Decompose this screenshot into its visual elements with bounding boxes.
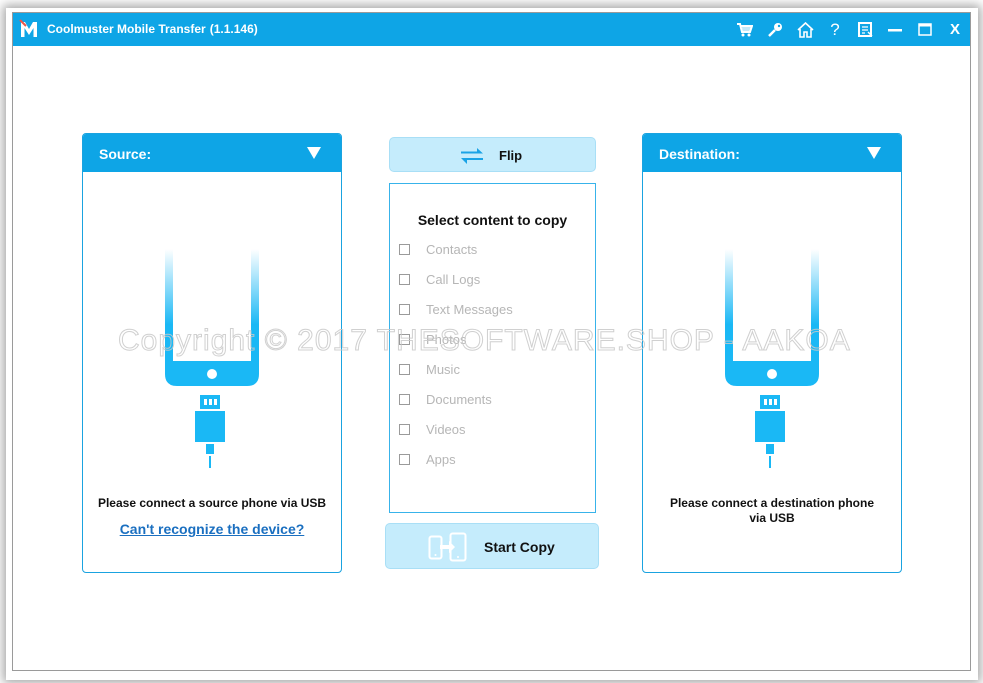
- content-item-label: Videos: [426, 421, 466, 437]
- checkbox[interactable]: [399, 273, 410, 285]
- window-title: Coolmuster Mobile Transfer (1.1.146): [47, 22, 258, 36]
- content-item-documents[interactable]: Documents: [399, 389, 492, 409]
- content-item-music[interactable]: Music: [399, 359, 460, 379]
- content-selection-box: Select content to copy Contacts Call Log…: [389, 183, 596, 513]
- checkbox[interactable]: [399, 453, 410, 465]
- checkbox[interactable]: [399, 303, 410, 315]
- help-button[interactable]: ?: [820, 13, 850, 46]
- help-icon: ?: [830, 19, 840, 39]
- chevron-down-icon: [867, 147, 881, 159]
- content-item-label: Photos: [426, 331, 467, 347]
- cant-recognize-link[interactable]: Can't recognize the device?: [83, 521, 341, 537]
- content-item-label: Contacts: [426, 241, 478, 257]
- source-label: Source:: [99, 146, 152, 162]
- content-item-label: Call Logs: [426, 271, 481, 287]
- cart-button[interactable]: [730, 13, 760, 46]
- checkbox[interactable]: [399, 333, 410, 345]
- destination-dropdown[interactable]: Destination:: [643, 134, 901, 172]
- flip-label: Flip: [499, 148, 523, 163]
- swap-arrows-icon: [461, 148, 483, 164]
- checkbox[interactable]: [399, 363, 410, 375]
- app-version: (1.1.146): [209, 22, 258, 36]
- content-item-apps[interactable]: Apps: [399, 449, 456, 469]
- app-name: Coolmuster Mobile Transfer: [47, 22, 206, 36]
- register-button[interactable]: [760, 13, 790, 46]
- home-button[interactable]: [790, 13, 820, 46]
- destination-connect-message: Please connect a destination phone via U…: [669, 496, 875, 525]
- feedback-icon: [857, 22, 873, 37]
- maximize-icon: [918, 23, 932, 36]
- content-item-text-messages[interactable]: Text Messages: [399, 299, 513, 319]
- content-heading: Select content to copy: [417, 212, 568, 228]
- flip-button[interactable]: Flip: [389, 137, 596, 172]
- cart-icon: [737, 22, 753, 36]
- content-item-videos[interactable]: Videos: [399, 419, 466, 439]
- checkbox[interactable]: [399, 423, 410, 435]
- destination-label: Destination:: [659, 146, 740, 162]
- checkbox[interactable]: [399, 393, 410, 405]
- content-item-label: Music: [426, 361, 460, 377]
- content-item-label: Documents: [426, 391, 492, 407]
- checkbox[interactable]: [399, 243, 410, 255]
- content-item-contacts[interactable]: Contacts: [399, 239, 477, 259]
- content-item-call-logs[interactable]: Call Logs: [399, 269, 480, 289]
- phone-usb-icon: [725, 249, 819, 468]
- start-copy-button[interactable]: Start Copy: [385, 523, 599, 569]
- destination-panel: Destination: Please connect a destinatio…: [642, 133, 902, 573]
- content-item-label: Text Messages: [426, 301, 513, 317]
- chevron-down-icon: [307, 147, 321, 159]
- source-connect-message: Please connect a source phone via USB: [97, 496, 327, 510]
- title-bar: Coolmuster Mobile Transfer (1.1.146) ? X: [13, 13, 970, 46]
- close-icon: X: [949, 21, 960, 38]
- app-window: Coolmuster Mobile Transfer (1.1.146) ? X…: [12, 12, 971, 671]
- app-logo-icon: [17, 17, 41, 41]
- close-button[interactable]: X: [940, 13, 970, 46]
- minimize-icon: [888, 28, 902, 31]
- content-item-label: Apps: [426, 451, 456, 467]
- minimize-button[interactable]: [880, 13, 910, 46]
- key-icon: [767, 23, 782, 37]
- phone-transfer-icon: [428, 532, 467, 562]
- home-icon: [796, 21, 814, 38]
- maximize-button[interactable]: [910, 13, 940, 46]
- phone-usb-icon: [165, 249, 259, 468]
- source-dropdown[interactable]: Source:: [83, 134, 341, 172]
- source-panel: Source: Please connect a source phone vi…: [82, 133, 342, 573]
- start-copy-label: Start Copy: [484, 539, 555, 555]
- feedback-button[interactable]: [850, 13, 880, 46]
- content-item-photos[interactable]: Photos: [399, 329, 466, 349]
